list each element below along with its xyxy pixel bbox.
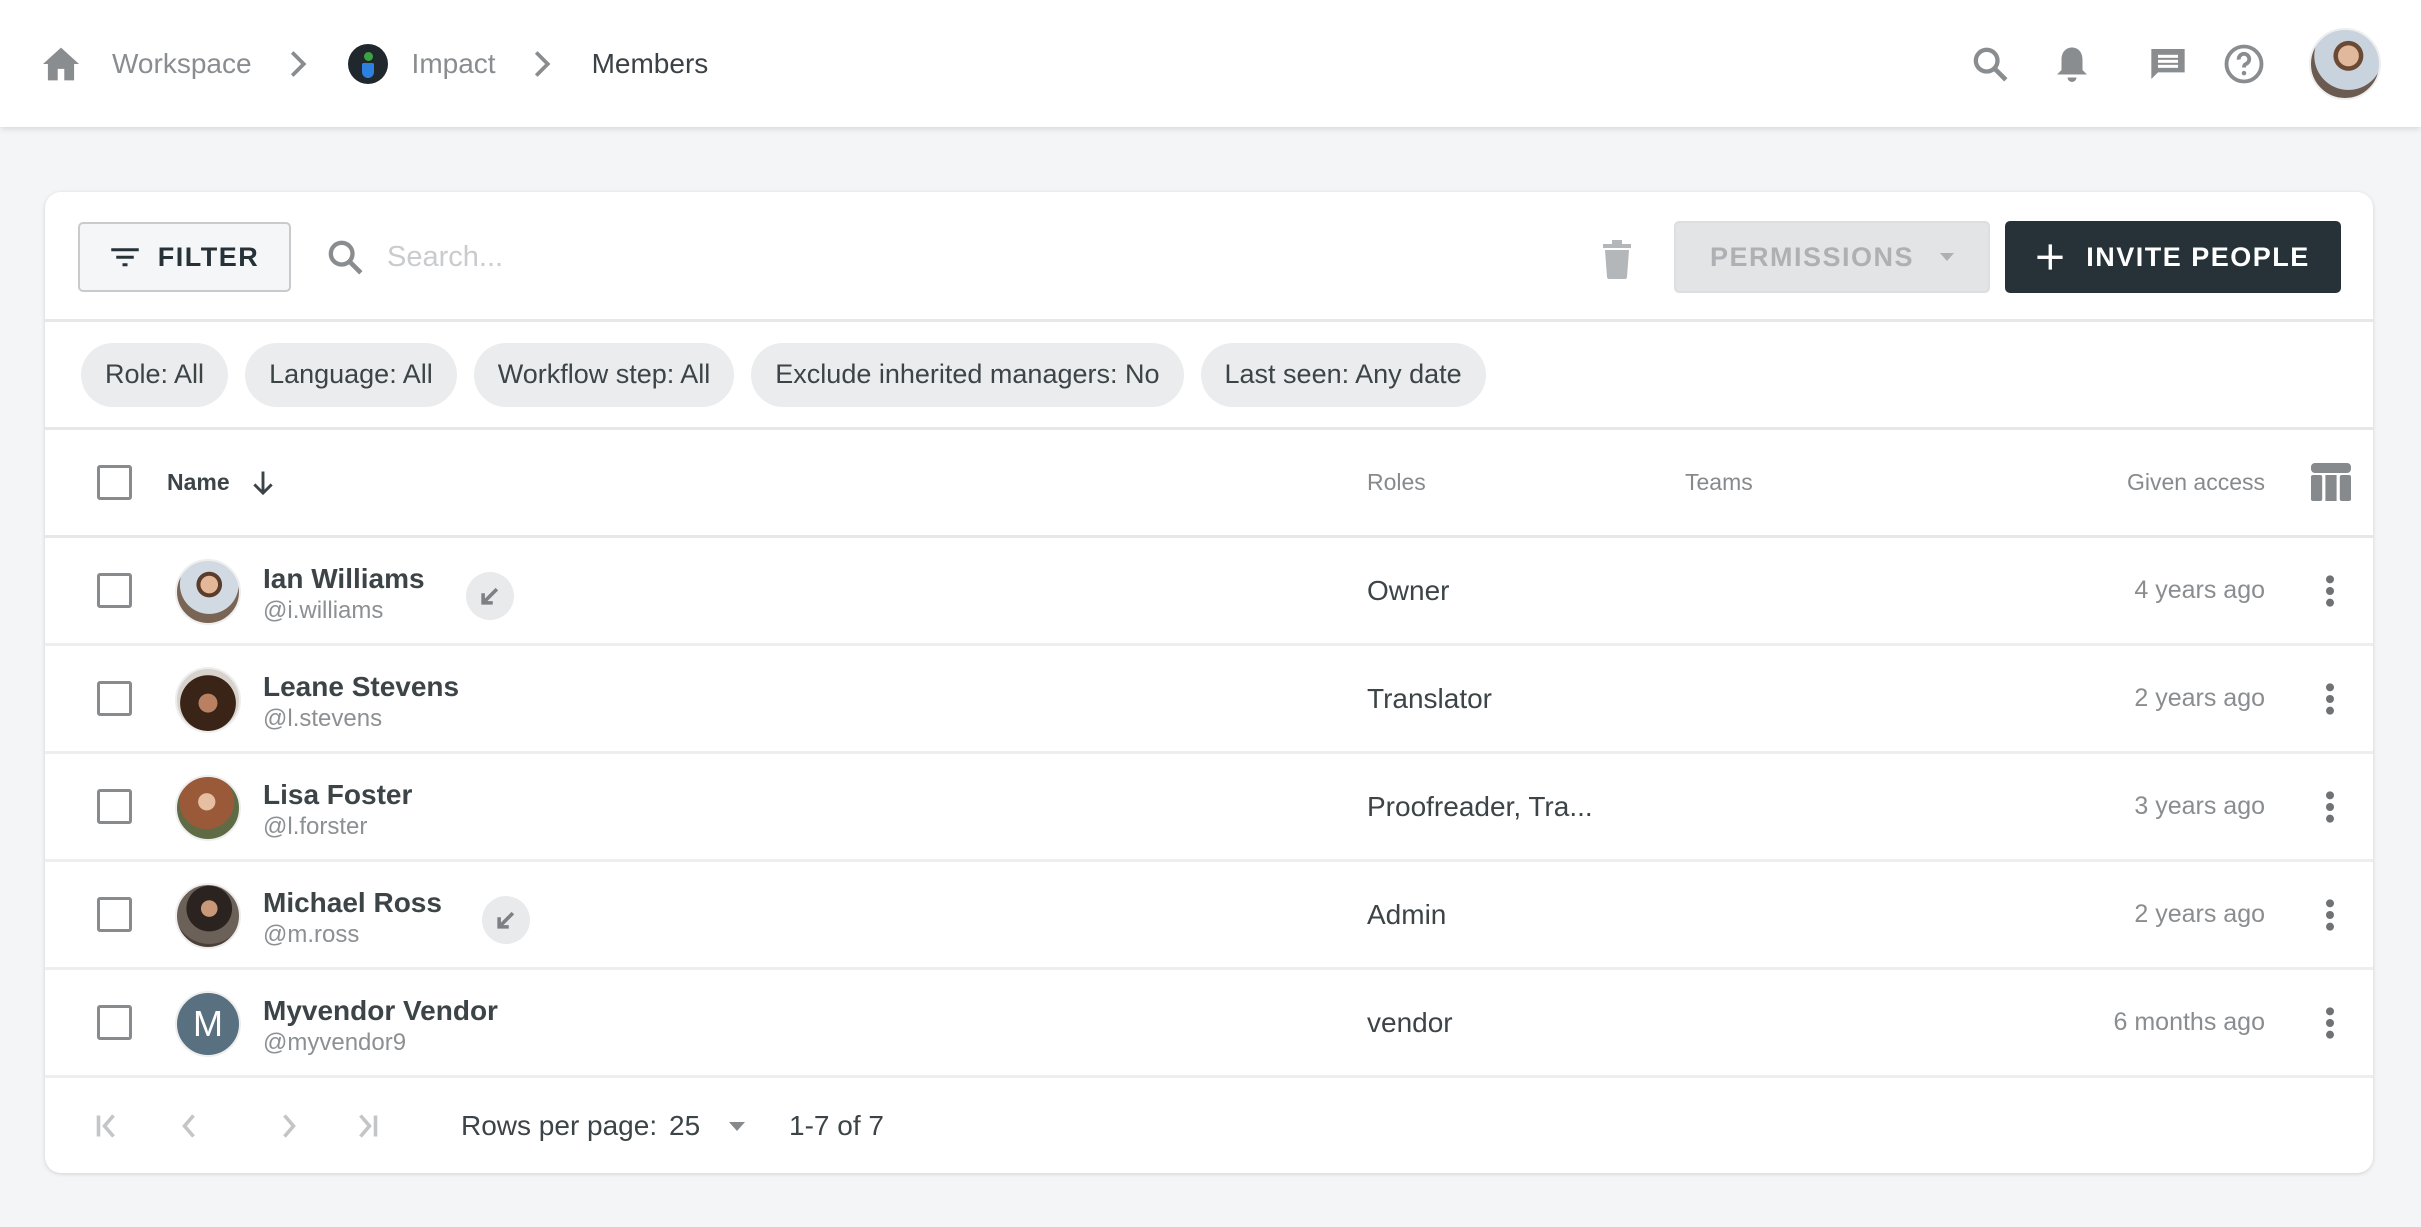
row-checkbox[interactable]: [97, 1005, 132, 1040]
more-vert-icon[interactable]: [2315, 676, 2345, 722]
chat-icon[interactable]: [2143, 39, 2193, 89]
user-avatar[interactable]: [2309, 27, 2381, 100]
avatar: [175, 667, 241, 733]
caret-down-icon[interactable]: [729, 1122, 745, 1131]
table-row[interactable]: Michael Ross @m.ross Admin 2 years ago: [45, 862, 2373, 970]
user-handle: @i.williams: [263, 597, 384, 624]
user-handle: @myvendor9: [263, 1029, 407, 1056]
given-access: 3 years ago: [2134, 792, 2265, 820]
more-vert-icon[interactable]: [2315, 784, 2345, 830]
bell-icon[interactable]: [2047, 39, 2097, 89]
avatar: [175, 883, 241, 949]
table-header: Name Roles Teams Given access: [45, 430, 2373, 538]
search-input[interactable]: [387, 240, 1287, 274]
search-box[interactable]: [325, 222, 1525, 292]
user-roles: Translator: [1367, 682, 1493, 714]
rows-per-page-label: Rows per page:: [461, 1109, 658, 1141]
chip-last-seen[interactable]: Last seen: Any date: [1200, 342, 1486, 407]
avatar: [175, 559, 241, 625]
more-vert-icon[interactable]: [2315, 892, 2345, 938]
chip-language[interactable]: Language: All: [245, 342, 457, 407]
filter-icon: [111, 248, 139, 267]
top-actions: [1965, 0, 2421, 127]
chevron-right-icon: [530, 50, 554, 77]
last-page-icon[interactable]: [343, 1104, 387, 1148]
given-access: 6 months ago: [2113, 1008, 2266, 1036]
invite-people-button[interactable]: INVITE PEOPLE: [2005, 221, 2341, 293]
table-row[interactable]: Lisa Foster @l.forster Proofreader, Tra.…: [45, 754, 2373, 862]
column-name[interactable]: Name: [167, 430, 274, 535]
user-roles: Admin: [1367, 898, 1447, 930]
column-teams[interactable]: Teams: [1685, 430, 1753, 535]
breadcrumb-impact[interactable]: Impact: [412, 48, 496, 80]
given-access: 2 years ago: [2134, 900, 2265, 928]
search-icon[interactable]: [1965, 39, 2015, 89]
user-roles: vendor: [1367, 1006, 1453, 1038]
table-row[interactable]: Ian Williams @i.williams Owner 4 years a…: [45, 538, 2373, 646]
user-roles: Owner: [1367, 574, 1450, 606]
impact-logo[interactable]: [347, 43, 388, 84]
avatar: [175, 775, 241, 841]
column-roles[interactable]: Roles: [1367, 430, 1426, 535]
user-name[interactable]: Myvendor Vendor: [263, 995, 498, 1027]
row-checkbox[interactable]: [97, 897, 132, 932]
user-handle: @l.forster: [263, 813, 368, 840]
permissions-dropdown[interactable]: PERMISSIONS: [1674, 221, 1990, 293]
row-checkbox[interactable]: [97, 573, 132, 608]
chip-workflow-step[interactable]: Workflow step: All: [473, 342, 735, 407]
given-access: 4 years ago: [2134, 576, 2265, 604]
user-handle: @m.ross: [263, 921, 360, 948]
previous-page-icon[interactable]: [167, 1104, 211, 1148]
inherited-arrow-icon: [466, 572, 514, 620]
row-checkbox[interactable]: [97, 789, 132, 824]
filter-label: FILTER: [157, 241, 260, 272]
chip-role[interactable]: Role: All: [81, 342, 229, 407]
search-icon: [328, 240, 363, 275]
filter-button[interactable]: FILTER: [78, 222, 291, 292]
pagination: Rows per page: 25 1-7 of 7: [45, 1078, 2373, 1173]
filter-chips: Role: All Language: All Workflow step: A…: [45, 322, 2373, 430]
more-vert-icon[interactable]: [2315, 1000, 2345, 1046]
page-range: 1-7 of 7: [789, 1109, 884, 1141]
chip-exclude-inherited-managers[interactable]: Exclude inherited managers: No: [751, 342, 1184, 407]
invite-label: INVITE PEOPLE: [2086, 241, 2310, 272]
user-roles: Proofreader, Tra...: [1367, 790, 1593, 822]
table-row[interactable]: Leane Stevens @l.stevens Translator 2 ye…: [45, 646, 2373, 754]
user-name[interactable]: Ian Williams: [263, 563, 425, 595]
breadcrumb-workspace[interactable]: Workspace: [112, 48, 252, 80]
user-name[interactable]: Leane Stevens: [263, 671, 459, 703]
table-columns-icon[interactable]: [2311, 462, 2351, 502]
column-given-access[interactable]: Given access: [2127, 430, 2265, 535]
toolbar: FILTER PERMISSIONS INVITE PEOPLE: [45, 192, 2373, 322]
home-icon[interactable]: [40, 43, 82, 85]
permissions-label: PERMISSIONS: [1709, 241, 1915, 272]
table-row[interactable]: M Myvendor Vendor @myvendor9 vendor 6 mo…: [45, 970, 2373, 1078]
inherited-arrow-icon: [482, 896, 530, 944]
first-page-icon[interactable]: [87, 1104, 131, 1148]
next-page-icon[interactable]: [267, 1104, 311, 1148]
user-name[interactable]: Michael Ross: [263, 887, 442, 919]
plus-icon: [2037, 244, 2063, 270]
chevron-right-icon: [286, 50, 310, 77]
caret-down-icon: [1940, 253, 1955, 261]
members-card: FILTER PERMISSIONS INVITE PEOPLE Role: A…: [45, 192, 2373, 1173]
breadcrumb-members: Members: [591, 47, 709, 79]
breadcrumb: Workspace Impact Members: [40, 0, 708, 127]
avatar: M: [175, 991, 241, 1057]
user-name[interactable]: Lisa Foster: [263, 779, 412, 811]
delete-icon[interactable]: [1597, 236, 1637, 282]
arrow-down-icon: [252, 470, 273, 495]
user-handle: @l.stevens: [263, 705, 383, 732]
more-vert-icon[interactable]: [2315, 568, 2345, 614]
row-checkbox[interactable]: [97, 681, 132, 716]
top-bar: Workspace Impact Members: [0, 0, 2421, 127]
rows-per-page-select[interactable]: 25: [669, 1078, 700, 1173]
select-all-checkbox[interactable]: [97, 465, 132, 500]
help-icon[interactable]: [2219, 39, 2269, 89]
given-access: 2 years ago: [2134, 684, 2265, 712]
